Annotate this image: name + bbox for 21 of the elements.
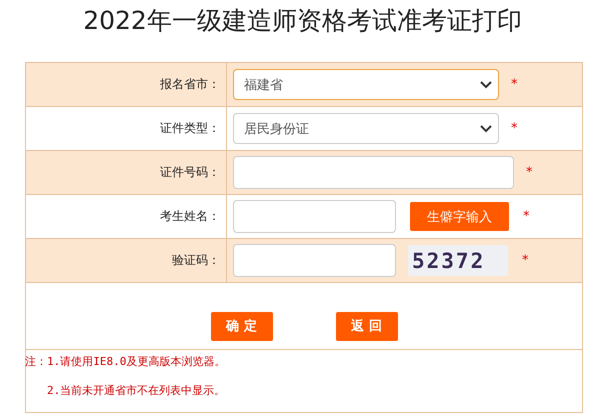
required-mark: * (511, 121, 518, 136)
field-label: 报名省市： (160, 76, 220, 93)
dropdown[interactable]: 福建省 (233, 69, 499, 100)
required-mark: * (523, 209, 530, 224)
chevron-down-icon (480, 124, 492, 132)
required-mark: * (511, 77, 518, 92)
note-text: 2.当前未开通省市不在列表中显示。 (47, 383, 226, 399)
required-mark: * (526, 165, 532, 180)
note-text: 注：1.请使用IE8.0及更高版本浏览器。 (25, 354, 226, 370)
input-field[interactable] (233, 156, 514, 189)
captcha-image[interactable]: 52372 (408, 245, 508, 276)
field-label: 证件类型： (160, 120, 220, 137)
field-label: 考生姓名： (160, 208, 220, 225)
input-field[interactable] (233, 244, 396, 277)
field-label: 验证码： (172, 252, 220, 269)
page-title: 2022年一级建造师资格考试准考证打印 (82, 5, 523, 37)
chevron-down-icon (480, 80, 492, 88)
input-field[interactable] (233, 200, 396, 233)
field-label: 证件号码： (160, 164, 220, 181)
dropdown[interactable]: 居民身份证 (233, 113, 499, 144)
required-mark: * (522, 253, 528, 268)
